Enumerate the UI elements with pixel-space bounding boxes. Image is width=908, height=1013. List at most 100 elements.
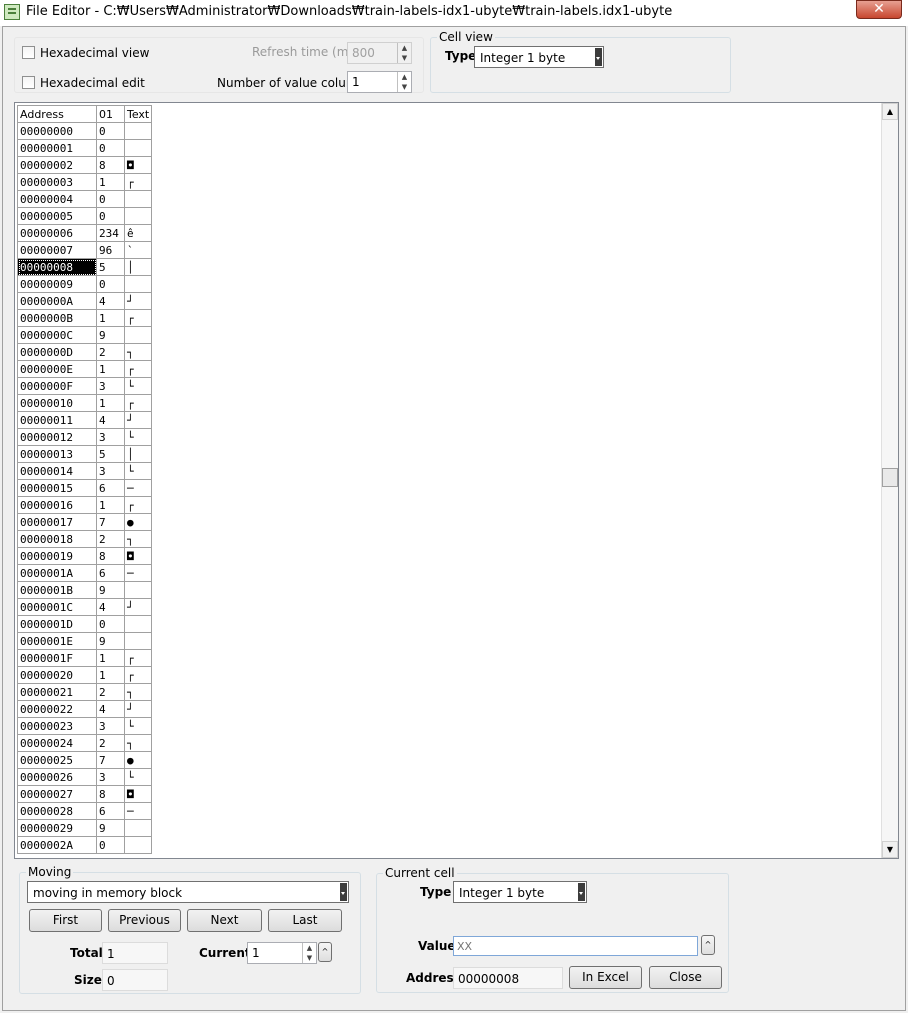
text-cell[interactable]: ┌: [123, 649, 153, 667]
table-row[interactable]: 00000028 6 ─: [17, 802, 153, 820]
previous-button[interactable]: Previous: [108, 909, 181, 932]
address-cell[interactable]: 00000014: [17, 462, 97, 480]
value-cell[interactable]: 0: [96, 139, 125, 157]
address-cell[interactable]: 00000023: [17, 717, 97, 735]
text-cell[interactable]: [123, 632, 153, 650]
address-cell[interactable]: 00000017: [17, 513, 97, 531]
address-cell[interactable]: 00000005: [17, 207, 97, 225]
address-cell[interactable]: 00000026: [17, 768, 97, 786]
value-cell[interactable]: 6: [96, 564, 125, 582]
text-cell[interactable]: ê: [123, 224, 153, 242]
scroll-thumb[interactable]: [882, 468, 898, 487]
value-input[interactable]: [453, 936, 698, 956]
chevron-down-icon[interactable]: [595, 48, 602, 66]
value-cell[interactable]: 8: [96, 785, 125, 803]
value-cell[interactable]: 3: [96, 717, 125, 735]
text-cell[interactable]: ┌: [123, 666, 153, 684]
table-row[interactable]: 00000029 9: [17, 819, 153, 837]
table-row[interactable]: 0000000E 1 ┌: [17, 360, 153, 378]
in-excel-button[interactable]: In Excel: [569, 966, 642, 989]
memory-table[interactable]: Address 01 Text 00000000 0 00000001 0 000000…: [17, 105, 153, 854]
close-button[interactable]: Close: [649, 966, 722, 989]
address-cell[interactable]: 00000019: [17, 547, 97, 565]
table-row[interactable]: 00000017 7 ●: [17, 513, 153, 531]
text-cell[interactable]: ┐: [123, 683, 153, 701]
value-cell[interactable]: 4: [96, 411, 125, 429]
table-row[interactable]: 00000009 0: [17, 275, 153, 293]
address-cell[interactable]: 0000000C: [17, 326, 97, 344]
table-row[interactable]: 0000000A 4 ┘: [17, 292, 153, 310]
text-cell[interactable]: [123, 836, 153, 854]
value-cell[interactable]: 7: [96, 751, 125, 769]
address-cell[interactable]: 0000001A: [17, 564, 97, 582]
column-header-01[interactable]: 01: [96, 105, 125, 123]
value-cell[interactable]: 3: [96, 462, 125, 480]
address-cell[interactable]: 0000000E: [17, 360, 97, 378]
text-cell[interactable]: └: [123, 377, 153, 395]
spin-down-icon[interactable]: ▼: [398, 53, 411, 63]
text-cell[interactable]: [123, 139, 153, 157]
value-cell[interactable]: 8: [96, 156, 125, 174]
table-row[interactable]: 0000001B 9: [17, 581, 153, 599]
text-cell[interactable]: ┌: [123, 173, 153, 191]
table-row[interactable]: 00000022 4 ┘: [17, 700, 153, 718]
text-cell[interactable]: └: [123, 462, 153, 480]
value-cell[interactable]: 5: [96, 445, 125, 463]
value-cell[interactable]: 4: [96, 292, 125, 310]
address-cell[interactable]: 00000024: [17, 734, 97, 752]
table-row[interactable]: 00000007 96 `: [17, 241, 153, 259]
address-cell[interactable]: 00000004: [17, 190, 97, 208]
address-cell[interactable]: 00000006: [17, 224, 97, 242]
table-row[interactable]: 00000008 5 │: [17, 258, 153, 276]
text-cell[interactable]: ◘: [123, 156, 153, 174]
table-row[interactable]: 00000001 0: [17, 139, 153, 157]
table-row[interactable]: 0000002A 0: [17, 836, 153, 854]
address-cell[interactable]: 00000013: [17, 445, 97, 463]
text-cell[interactable]: ┘: [123, 700, 153, 718]
address-cell[interactable]: 0000000F: [17, 377, 97, 395]
hex-edit-checkbox[interactable]: [22, 76, 35, 89]
text-cell[interactable]: │: [123, 445, 153, 463]
spin-down-icon[interactable]: ▼: [398, 82, 411, 92]
value-cell[interactable]: 2: [96, 683, 125, 701]
value-cell[interactable]: 6: [96, 479, 125, 497]
value-cell[interactable]: 4: [96, 598, 125, 616]
address-cell[interactable]: 00000028: [17, 802, 97, 820]
address-cell[interactable]: 00000001: [17, 139, 97, 157]
table-row[interactable]: 00000000 0: [17, 122, 153, 140]
address-cell[interactable]: 00000007: [17, 241, 97, 259]
address-cell[interactable]: 00000002: [17, 156, 97, 174]
spin-up-icon[interactable]: ▲: [398, 43, 411, 53]
text-cell[interactable]: [123, 207, 153, 225]
address-cell[interactable]: 0000000A: [17, 292, 97, 310]
next-button[interactable]: Next: [187, 909, 262, 932]
table-row[interactable]: 00000026 3 └: [17, 768, 153, 786]
text-cell[interactable]: ┘: [123, 598, 153, 616]
table-row[interactable]: 00000018 2 ┐: [17, 530, 153, 548]
address-cell[interactable]: 0000001C: [17, 598, 97, 616]
text-cell[interactable]: [123, 275, 153, 293]
address-cell[interactable]: 0000000D: [17, 343, 97, 361]
column-header-address[interactable]: Address: [17, 105, 97, 123]
address-cell[interactable]: 00000015: [17, 479, 97, 497]
value-cell[interactable]: 3: [96, 377, 125, 395]
moving-mode-select[interactable]: moving in memory block: [27, 881, 349, 903]
vertical-scrollbar[interactable]: ▲ ▼: [881, 103, 898, 858]
text-cell[interactable]: ─: [123, 802, 153, 820]
value-cell[interactable]: 9: [96, 326, 125, 344]
value-cell[interactable]: 9: [96, 819, 125, 837]
value-cell[interactable]: 2: [96, 530, 125, 548]
table-row[interactable]: 00000005 0: [17, 207, 153, 225]
table-row[interactable]: 0000001D 0: [17, 615, 153, 633]
address-cell[interactable]: 00000008: [17, 258, 97, 276]
address-cell[interactable]: 00000011: [17, 411, 97, 429]
address-cell[interactable]: 00000020: [17, 666, 97, 684]
table-row[interactable]: 0000001E 9: [17, 632, 153, 650]
table-row[interactable]: 0000001C 4 ┘: [17, 598, 153, 616]
value-cell[interactable]: 6: [96, 802, 125, 820]
value-cell[interactable]: 234: [96, 224, 125, 242]
value-expand-button[interactable]: ^: [701, 935, 715, 955]
text-cell[interactable]: ●: [123, 513, 153, 531]
table-row[interactable]: 00000021 2 ┐: [17, 683, 153, 701]
address-cell[interactable]: 0000002A: [17, 836, 97, 854]
